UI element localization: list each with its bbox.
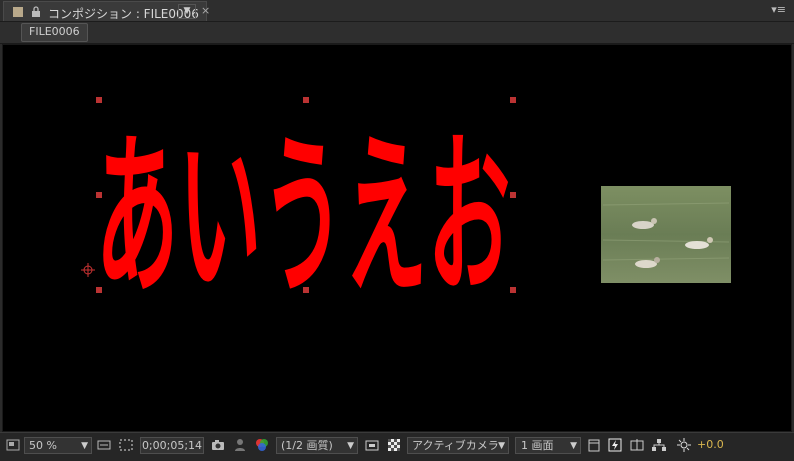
timecode-field[interactable]: 0;00;05;14 (140, 437, 204, 454)
fast-previews-icon[interactable] (364, 437, 380, 453)
handle-mid-right[interactable] (510, 192, 516, 198)
resolution-value: (1/2 画質) (281, 439, 333, 452)
zoom-dropdown[interactable]: 50 % ▼ (24, 437, 92, 454)
views-value: 1 画面 (521, 439, 554, 452)
handle-bottom-center[interactable] (303, 287, 309, 293)
fast-draft-icon[interactable] (607, 437, 623, 453)
toggle-pixel-aspect-icon[interactable] (586, 437, 602, 453)
chevron-down-icon: ▼ (570, 441, 577, 451)
views-dropdown[interactable]: 1 画面 ▼ (515, 437, 581, 454)
always-preview-icon[interactable] (5, 437, 21, 453)
handle-top-center[interactable] (303, 97, 309, 103)
exposure-value[interactable]: +0.0 (697, 437, 724, 454)
fit-to-frame-icon[interactable] (96, 437, 112, 453)
lock-icon[interactable] (30, 6, 42, 18)
chevron-down-icon: ▼ (347, 441, 354, 451)
handle-top-left[interactable] (96, 97, 102, 103)
handle-mid-left[interactable] (96, 192, 102, 198)
camera-dropdown[interactable]: アクティブカメラ ▼ (407, 437, 509, 454)
handle-top-right[interactable] (510, 97, 516, 103)
camera-snapshot-icon[interactable] (210, 437, 226, 453)
panel-menu-icon[interactable]: ▾≡ (771, 3, 786, 16)
anchor-point-icon[interactable] (81, 263, 95, 277)
flowchart-icon[interactable] (651, 437, 667, 453)
transparency-grid-icon[interactable] (386, 437, 402, 453)
composition-viewer[interactable]: あいうえお (2, 44, 792, 432)
color-channel-icon[interactable] (254, 437, 270, 453)
zoom-value: 50 % (29, 439, 57, 452)
ducks-on-water-image[interactable] (601, 186, 731, 283)
viewer-canvas: あいうえお (81, 97, 731, 319)
camera-value: アクティブカメラ (412, 439, 499, 452)
chevron-down-icon: ▼ (498, 441, 505, 451)
timeline-icon[interactable] (629, 437, 645, 453)
viewer-toolbar: 50 % ▼ 0;00;05;14 (1/2 画質) ▼ アクティブカメラ ▼ … (0, 432, 794, 461)
panel-tab-bar: コンポジション : FILE0006 ▼ × ▾≡ (0, 0, 794, 22)
composition-color-swatch (13, 7, 23, 17)
reset-exposure-icon[interactable] (676, 437, 692, 453)
show-snapshot-icon[interactable] (232, 437, 248, 453)
region-of-interest-icon[interactable] (118, 437, 134, 453)
composition-tab[interactable]: コンポジション : FILE0006 ▼ × (3, 1, 210, 21)
handle-bottom-right[interactable] (510, 287, 516, 293)
breadcrumb: FILE0006 (0, 22, 794, 44)
tab-title: コンポジション : FILE0006 (48, 7, 199, 21)
close-icon[interactable]: × (201, 4, 210, 17)
handle-bottom-left[interactable] (96, 287, 102, 293)
resolution-dropdown[interactable]: (1/2 画質) ▼ (276, 437, 358, 454)
breadcrumb-item[interactable]: FILE0006 (21, 23, 88, 42)
chevron-down-icon: ▼ (81, 441, 88, 451)
triangle-down-icon[interactable]: ▼ (178, 4, 196, 19)
